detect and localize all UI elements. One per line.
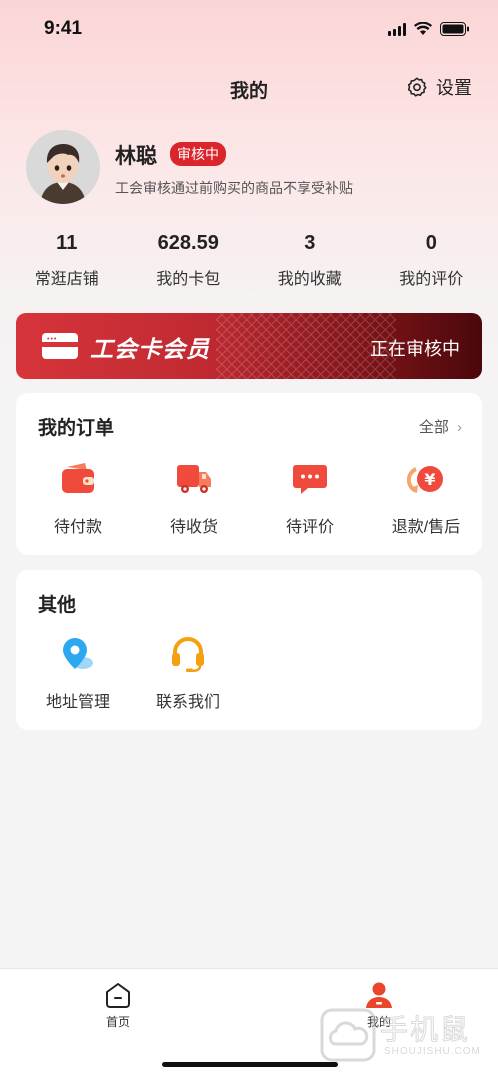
- orders-panel: 我的订单 全部 › 待付款 待收货 待评价 ¥ 退款/售后: [16, 393, 482, 555]
- order-label: 待评价: [285, 519, 334, 536]
- user-name: 林聪: [115, 145, 157, 168]
- stat-label: 我的收藏: [277, 271, 342, 288]
- stat-value: 0: [425, 232, 437, 254]
- tab-home[interactable]: 首页: [78, 981, 158, 1030]
- gear-icon: [407, 77, 427, 97]
- avatar-image: [26, 130, 100, 204]
- comment-icon: [293, 465, 327, 494]
- other-label: 地址管理: [45, 694, 110, 711]
- address-management[interactable]: 地址管理: [23, 636, 133, 712]
- card-icon: •••: [42, 333, 78, 359]
- order-label: 待付款: [53, 519, 102, 536]
- member-status: 正在审核中: [370, 339, 460, 359]
- order-refund-aftersale[interactable]: ¥ 退款/售后: [371, 461, 481, 537]
- battery-icon: [440, 22, 469, 36]
- watermark-text: 手机鼠: [379, 1014, 471, 1046]
- order-label: 退款/售后: [391, 519, 461, 536]
- order-pending-receipt[interactable]: 待收货: [139, 461, 249, 537]
- truck-icon: [177, 465, 211, 493]
- view-all-label: 全部: [418, 419, 449, 436]
- order-label: 待收货: [169, 519, 218, 536]
- others-panel: 其他 地址管理 联系我们: [16, 570, 482, 730]
- view-all-orders-link[interactable]: 全部 ›: [419, 416, 462, 437]
- chevron-right-icon: ›: [457, 419, 462, 436]
- stat-stores[interactable]: 11 常逛店铺: [6, 232, 128, 292]
- home-indicator[interactable]: [162, 1062, 338, 1067]
- watermark-subtext: SHOUJISHU.COM: [384, 1046, 481, 1057]
- tab-label: 首页: [105, 1015, 130, 1029]
- stat-value: 3: [304, 232, 316, 254]
- nav-bar: 我的 设置: [0, 68, 498, 108]
- settings-label: 设置: [436, 78, 472, 98]
- card-pattern: [216, 313, 396, 379]
- stats-row: 11 常逛店铺 628.59 我的卡包 3 我的收藏 0 我的评价: [6, 232, 492, 292]
- contact-us[interactable]: 联系我们: [133, 636, 243, 712]
- location-icon: [63, 638, 93, 669]
- stat-label: 我的卡包: [156, 271, 221, 288]
- cloud-logo-icon: [320, 1008, 376, 1062]
- wifi-icon: [414, 22, 432, 35]
- watermark: 手机鼠 SHOUJISHU.COM: [318, 1000, 488, 1070]
- stat-value: 628.59: [157, 232, 219, 254]
- svg-text:¥: ¥: [424, 470, 435, 489]
- stat-favorites[interactable]: 3 我的收藏: [249, 232, 371, 292]
- others-title: 其他: [38, 595, 77, 616]
- order-status-row: 待付款 待收货 待评价 ¥ 退款/售后: [16, 461, 482, 537]
- stat-value: 11: [56, 232, 78, 254]
- status-time: 9:41: [44, 18, 83, 39]
- refund-icon: ¥: [407, 466, 443, 493]
- order-pending-review[interactable]: 待评价: [255, 461, 365, 537]
- stat-label: 常逛店铺: [34, 271, 99, 288]
- profile-section: 林聪 审核中 工会审核通过前购买的商品不享受补贴: [26, 130, 476, 206]
- order-pending-payment[interactable]: 待付款: [23, 461, 133, 537]
- member-title: 工会卡会员: [90, 336, 210, 362]
- settings-button[interactable]: 设置: [406, 74, 472, 100]
- stat-card-wallet[interactable]: 628.59 我的卡包: [128, 232, 250, 292]
- status-badge: 审核中: [170, 142, 226, 166]
- stat-reviews[interactable]: 0 我的评价: [371, 232, 493, 292]
- subsidy-note: 工会审核通过前购买的商品不享受补贴: [115, 180, 353, 196]
- home-icon: [106, 983, 130, 1008]
- other-label: 联系我们: [155, 694, 220, 711]
- stat-label: 我的评价: [399, 271, 464, 288]
- status-icons: [388, 22, 470, 36]
- wallet-icon: [62, 463, 94, 493]
- headset-icon: [172, 637, 204, 672]
- others-row: 地址管理 联系我们: [16, 636, 243, 712]
- member-card-banner[interactable]: ••• 工会卡会员 正在审核中: [16, 313, 482, 379]
- orders-title: 我的订单: [38, 418, 115, 439]
- status-bar: 9:41: [0, 0, 498, 60]
- signal-icon: [388, 22, 406, 36]
- avatar[interactable]: [26, 130, 100, 204]
